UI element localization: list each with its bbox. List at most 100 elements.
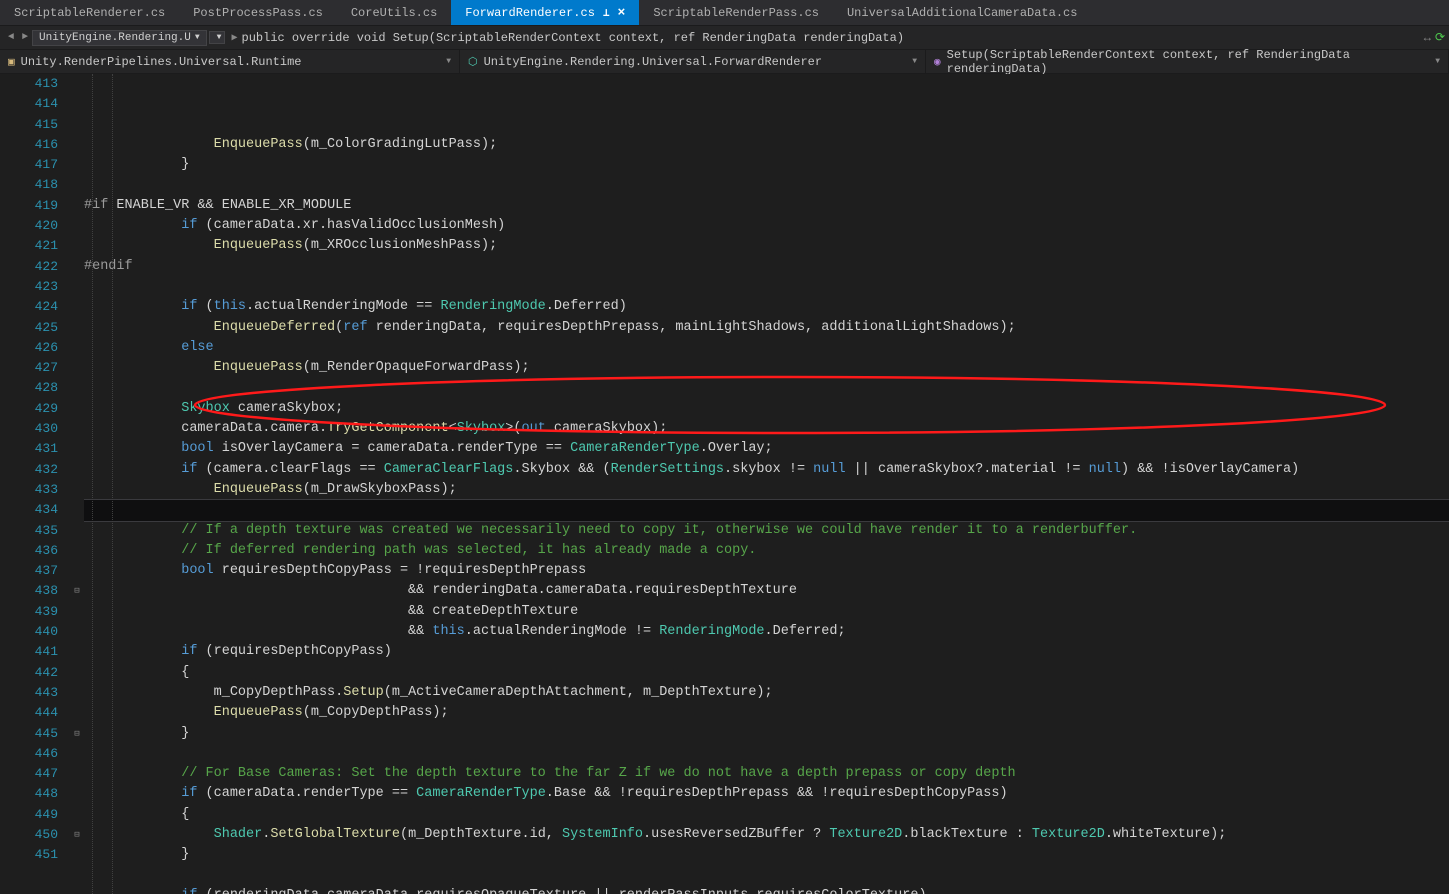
fold-toggle — [70, 460, 84, 480]
code-line[interactable]: #if ENABLE_VR && ENABLE_XR_MODULE — [84, 196, 1449, 216]
line-number: 434 — [0, 500, 58, 520]
fold-toggle — [70, 602, 84, 622]
editor-area[interactable]: 4134144154164174184194204214224234244254… — [0, 74, 1449, 894]
code-line[interactable]: // For Base Cameras: Set the depth textu… — [84, 764, 1449, 784]
fold-toggle — [70, 744, 84, 764]
code-line[interactable]: } — [84, 845, 1449, 865]
code-line[interactable]: EnqueuePass(m_ColorGradingLutPass); — [84, 135, 1449, 155]
code-content[interactable]: EnqueuePass(m_ColorGradingLutPass); } #i… — [84, 74, 1449, 894]
code-line[interactable]: cameraData.camera.TryGetComponent<Skybox… — [84, 419, 1449, 439]
code-line[interactable]: && this.actualRenderingMode != Rendering… — [84, 622, 1449, 642]
code-line[interactable]: Shader.SetGlobalTexture(m_DepthTexture.i… — [84, 825, 1449, 845]
code-line[interactable]: if (this.actualRenderingMode == Renderin… — [84, 297, 1449, 317]
code-line[interactable]: EnqueuePass(m_RenderOpaqueForwardPass); — [84, 358, 1449, 378]
line-number: 443 — [0, 683, 58, 703]
code-line[interactable] — [84, 744, 1449, 764]
code-line[interactable] — [84, 277, 1449, 297]
nav-back-button[interactable]: ◄ — [8, 32, 14, 43]
line-number: 418 — [0, 175, 58, 195]
code-line[interactable] — [84, 175, 1449, 195]
line-number: 414 — [0, 94, 58, 114]
tab-scriptable-render-pass[interactable]: ScriptableRenderPass.cs — [639, 0, 833, 25]
line-number: 428 — [0, 378, 58, 398]
line-number: 446 — [0, 744, 58, 764]
tab-bar: ScriptableRenderer.cs PostProcessPass.cs… — [0, 0, 1449, 26]
line-number: 431 — [0, 439, 58, 459]
fold-toggle — [70, 521, 84, 541]
fold-toggle — [70, 419, 84, 439]
line-number: 442 — [0, 663, 58, 683]
refresh-button[interactable]: ⟳ — [1435, 30, 1445, 45]
type-dropdown-2[interactable]: ▼ — [209, 31, 226, 44]
tab-core-utils[interactable]: CoreUtils.cs — [337, 0, 451, 25]
code-line[interactable]: if (cameraData.renderType == CameraRende… — [84, 784, 1449, 804]
code-line[interactable]: { — [84, 663, 1449, 683]
fold-toggle — [70, 622, 84, 642]
tab-forward-renderer[interactable]: ForwardRenderer.cs ⟂ × — [451, 0, 639, 25]
pin-icon[interactable]: ⟂ — [603, 6, 610, 20]
code-line[interactable]: #endif — [84, 257, 1449, 277]
fold-toggle[interactable]: ⊟ — [70, 581, 84, 601]
code-line[interactable]: EnqueuePass(m_CopyDepthPass); — [84, 703, 1449, 723]
line-number: 451 — [0, 845, 58, 865]
code-line[interactable]: EnqueuePass(m_DrawSkyboxPass); — [84, 480, 1449, 500]
line-number: 423 — [0, 277, 58, 297]
fold-toggle — [70, 399, 84, 419]
code-line[interactable]: } — [84, 155, 1449, 175]
project-selector[interactable]: ▣ Unity.RenderPipelines.Universal.Runtim… — [0, 50, 460, 73]
tab-scriptable-renderer[interactable]: ScriptableRenderer.cs — [0, 0, 179, 25]
method-icon: ◉ — [934, 55, 941, 69]
code-line[interactable]: EnqueuePass(m_XROcclusionMeshPass); — [84, 236, 1449, 256]
line-number: 420 — [0, 216, 58, 236]
fold-toggle — [70, 196, 84, 216]
code-line[interactable]: m_CopyDepthPass.Setup(m_ActiveCameraDept… — [84, 683, 1449, 703]
tab-universal-camera-data[interactable]: UniversalAdditionalCameraData.cs — [833, 0, 1091, 25]
line-number: 416 — [0, 135, 58, 155]
fold-toggle — [70, 216, 84, 236]
fold-gutter[interactable]: ⊟ ⊟ ⊟ — [70, 74, 84, 894]
member-selector[interactable]: ◉ Setup(ScriptableRenderContext context,… — [926, 50, 1449, 73]
code-line[interactable]: else — [84, 338, 1449, 358]
code-line[interactable]: && createDepthTexture — [84, 602, 1449, 622]
fold-toggle — [70, 683, 84, 703]
code-line[interactable]: bool requiresDepthCopyPass = !requiresDe… — [84, 561, 1449, 581]
fold-toggle[interactable]: ⊟ — [70, 825, 84, 845]
code-line[interactable]: Skybox cameraSkybox; — [84, 399, 1449, 419]
code-line[interactable] — [84, 866, 1449, 886]
line-number: 441 — [0, 642, 58, 662]
split-button[interactable]: ↔ — [1424, 31, 1431, 45]
csharp-project-icon: ▣ — [8, 55, 15, 69]
code-line[interactable] — [84, 500, 1449, 520]
code-line[interactable]: } — [84, 724, 1449, 744]
code-line[interactable]: if (requiresDepthCopyPass) — [84, 642, 1449, 662]
fold-toggle — [70, 845, 84, 865]
code-line[interactable]: if (renderingData.cameraData.requiresOpa… — [84, 886, 1449, 894]
method-breadcrumb[interactable]: public override void Setup(ScriptableRen… — [242, 31, 905, 45]
tab-postprocess-pass[interactable]: PostProcessPass.cs — [179, 0, 337, 25]
code-line[interactable]: if (camera.clearFlags == CameraClearFlag… — [84, 460, 1449, 480]
close-icon[interactable]: × — [618, 5, 626, 20]
fold-toggle — [70, 764, 84, 784]
code-line[interactable] — [84, 378, 1449, 398]
type-dropdown[interactable]: UnityEngine.Rendering.U▼ — [32, 30, 207, 46]
code-line[interactable]: if (cameraData.xr.hasValidOcclusionMesh) — [84, 216, 1449, 236]
code-line[interactable]: EnqueueDeferred(ref renderingData, requi… — [84, 318, 1449, 338]
nav-fwd-button[interactable]: ► — [22, 32, 28, 43]
line-number: 417 — [0, 155, 58, 175]
class-selector[interactable]: ⬡ UnityEngine.Rendering.Universal.Forwar… — [460, 50, 926, 73]
fold-toggle — [70, 663, 84, 683]
fold-toggle — [70, 439, 84, 459]
code-line[interactable]: // If deferred rendering path was select… — [84, 541, 1449, 561]
code-line[interactable]: { — [84, 805, 1449, 825]
line-number: 429 — [0, 399, 58, 419]
line-number: 440 — [0, 622, 58, 642]
context-bar: ▣ Unity.RenderPipelines.Universal.Runtim… — [0, 50, 1449, 74]
code-line[interactable]: bool isOverlayCamera = cameraData.render… — [84, 439, 1449, 459]
code-line[interactable]: // If a depth texture was created we nec… — [84, 521, 1449, 541]
line-number: 448 — [0, 784, 58, 804]
line-number: 447 — [0, 764, 58, 784]
code-line[interactable]: && renderingData.cameraData.requiresDept… — [84, 581, 1449, 601]
line-number: 450 — [0, 825, 58, 845]
fold-toggle[interactable]: ⊟ — [70, 724, 84, 744]
fold-toggle — [70, 277, 84, 297]
